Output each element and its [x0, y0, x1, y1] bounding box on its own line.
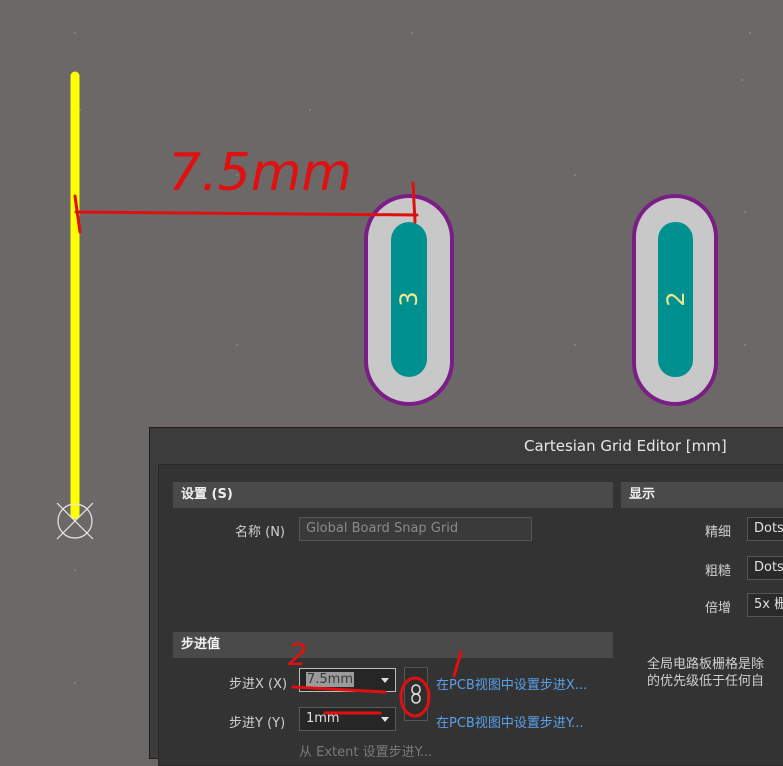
annotation-number-2: 2 — [288, 638, 307, 673]
annotation-overlay: 2 — [288, 638, 463, 718]
